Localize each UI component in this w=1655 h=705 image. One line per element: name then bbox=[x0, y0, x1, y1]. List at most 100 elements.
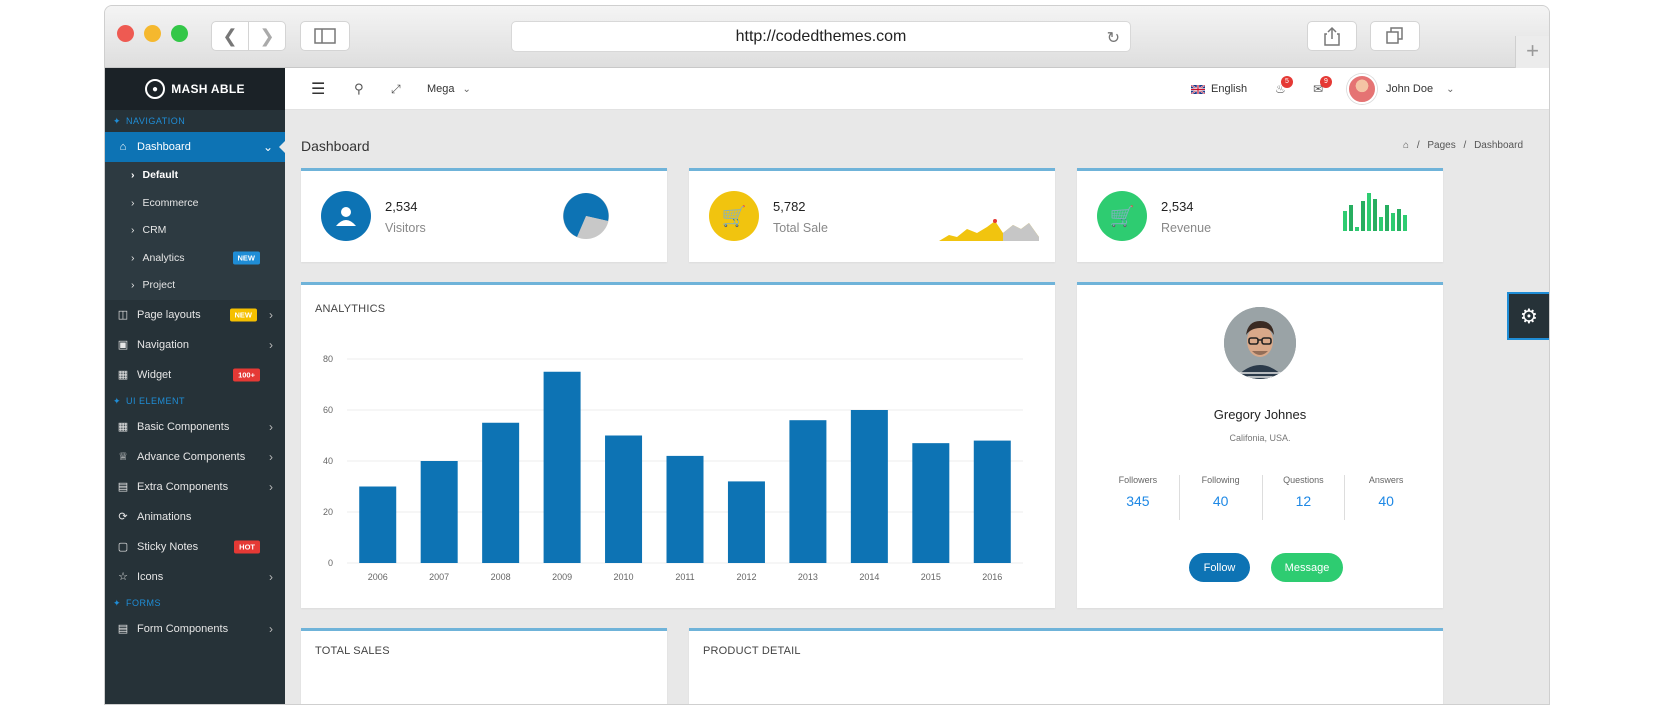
message-button[interactable]: Message bbox=[1271, 553, 1343, 582]
stat-label: Total Sale bbox=[773, 221, 828, 235]
language-selector[interactable]: English bbox=[1191, 68, 1247, 110]
stat-label: Revenue bbox=[1161, 221, 1212, 235]
sidebar-item-navigation[interactable]: ▣ Navigation › bbox=[105, 330, 285, 360]
bar[interactable] bbox=[912, 443, 950, 563]
count-badge: 100+ bbox=[233, 368, 260, 381]
minimize-window-button[interactable] bbox=[144, 25, 161, 42]
forward-button[interactable]: ❯ bbox=[248, 21, 286, 51]
stat-answers: Answers 40 bbox=[1368, 475, 1404, 509]
chevron-right-icon: › bbox=[131, 224, 135, 236]
breadcrumb: ⌂ / Pages / Dashboard bbox=[1402, 140, 1523, 151]
sidebar-subitem-default[interactable]: › Default bbox=[105, 162, 285, 190]
notification-count-badge: 5 bbox=[1281, 76, 1293, 88]
sidebar-item-form-components[interactable]: ▤ Form Components › bbox=[105, 614, 285, 644]
bar[interactable] bbox=[420, 461, 458, 563]
back-button[interactable]: ❮ bbox=[211, 21, 249, 51]
chevron-down-icon: ⌄ bbox=[1446, 83, 1455, 95]
x-tick-label: 2006 bbox=[368, 572, 388, 582]
tabs-icon bbox=[1386, 27, 1403, 44]
bar[interactable] bbox=[789, 420, 827, 563]
pin-icon: ✦ bbox=[113, 597, 122, 608]
total-sales-card: TOTAL SALES bbox=[301, 628, 667, 704]
stat-value: 5,782 bbox=[773, 199, 806, 214]
chevron-right-icon: › bbox=[131, 279, 135, 291]
bar[interactable] bbox=[359, 486, 397, 564]
bar[interactable] bbox=[543, 371, 581, 563]
x-tick-label: 2008 bbox=[491, 572, 511, 582]
y-tick-label: 80 bbox=[323, 354, 333, 364]
brand-logo[interactable]: ● MASH ABLE bbox=[105, 68, 285, 110]
layout-icon: ◫ bbox=[117, 308, 129, 321]
x-tick-label: 2013 bbox=[798, 572, 818, 582]
sidebar-subitem-project[interactable]: › Project bbox=[105, 272, 285, 300]
stat-questions: Questions 12 bbox=[1263, 475, 1346, 520]
cart-icon: 🛒 bbox=[1097, 191, 1147, 241]
sidebar-item-basic-components[interactable]: ▦ Basic Components › bbox=[105, 412, 285, 442]
bar[interactable] bbox=[666, 455, 704, 563]
tabs-button[interactable] bbox=[1370, 21, 1420, 51]
sidebar-item-icons[interactable]: ☆ Icons › bbox=[105, 562, 285, 592]
note-icon: ▢ bbox=[117, 540, 129, 553]
sidebar-item-widget[interactable]: ▦ Widget 100+ bbox=[105, 360, 285, 390]
sidebar-item-extra-components[interactable]: ▤ Extra Components › bbox=[105, 472, 285, 502]
product-detail-card: PRODUCT DETAIL bbox=[689, 628, 1443, 704]
message-count-badge: 9 bbox=[1320, 76, 1332, 88]
stat-value: 2,534 bbox=[1161, 199, 1194, 214]
navigation-icon: ▣ bbox=[117, 338, 129, 351]
breadcrumb-current: Dashboard bbox=[1474, 140, 1523, 151]
cart-icon: 🛒 bbox=[709, 191, 759, 241]
new-tab-button[interactable]: + bbox=[1515, 36, 1549, 68]
sidebar-item-sticky-notes[interactable]: ▢ Sticky Notes HOT bbox=[105, 532, 285, 562]
mega-menu-button[interactable]: Mega ⌄ bbox=[427, 68, 471, 110]
user-menu[interactable]: John Doe ⌄ bbox=[1347, 68, 1454, 110]
follow-button[interactable]: Follow bbox=[1189, 553, 1250, 582]
bar[interactable] bbox=[850, 410, 888, 563]
close-window-button[interactable] bbox=[117, 25, 134, 42]
fullscreen-button[interactable]: ⤢ bbox=[391, 68, 401, 110]
bar[interactable] bbox=[727, 481, 765, 563]
notifications-button[interactable]: ♨ 5 bbox=[1275, 68, 1293, 110]
search-button[interactable]: ⚲ bbox=[354, 68, 364, 110]
messages-button[interactable]: ✉ 9 bbox=[1313, 68, 1332, 110]
grid-icon: ▦ bbox=[117, 420, 129, 433]
sidebar-toggle-button[interactable] bbox=[300, 21, 350, 51]
user-name: John Doe bbox=[1386, 83, 1434, 95]
settings-button[interactable]: ⚙ bbox=[1507, 292, 1549, 340]
share-button[interactable] bbox=[1307, 21, 1357, 51]
main-content: Dashboard ⌂ / Pages / Dashboard 2,534 Vi… bbox=[285, 110, 1549, 704]
chevron-right-icon: › bbox=[131, 196, 135, 209]
pin-icon: ✦ bbox=[113, 116, 122, 126]
sidebar-item-advance-components[interactable]: ♕ Advance Components › bbox=[105, 442, 285, 472]
sidebar-subitem-crm[interactable]: › CRM bbox=[105, 217, 285, 245]
bar[interactable] bbox=[973, 440, 1011, 563]
gear-icon: ⚙ bbox=[1520, 305, 1538, 328]
gift-icon: ▤ bbox=[117, 480, 129, 493]
user-avatar bbox=[1347, 74, 1377, 104]
chevron-left-icon: ❮ bbox=[222, 25, 238, 46]
sidebar-subitem-analytics[interactable]: › Analytics NEW bbox=[105, 244, 285, 272]
home-icon[interactable]: ⌂ bbox=[1403, 140, 1409, 151]
address-bar[interactable]: http://codedthemes.com ↻ bbox=[511, 21, 1131, 52]
breadcrumb-pages[interactable]: Pages bbox=[1427, 140, 1455, 151]
chevron-right-icon: › bbox=[131, 169, 135, 181]
sidebar-item-animations[interactable]: ⟳ Animations bbox=[105, 502, 285, 532]
chevron-down-icon: ⌄ bbox=[262, 140, 273, 154]
card-title: ANALYTHICS bbox=[315, 303, 386, 315]
sidebar-subitem-ecommerce[interactable]: › Ecommerce bbox=[105, 189, 285, 217]
bar[interactable] bbox=[482, 422, 520, 563]
y-tick-label: 0 bbox=[328, 558, 333, 568]
profile-stats: Followers 345 Following 40 Questions 12 Ans… bbox=[1097, 475, 1427, 520]
fullscreen-icon: ⤢ bbox=[391, 81, 401, 96]
page-title: Dashboard bbox=[301, 138, 370, 154]
profile-name: Gregory Johnes bbox=[1213, 407, 1307, 422]
sidebar-item-page-layouts[interactable]: ◫ Page layouts NEW › bbox=[105, 300, 285, 330]
profile-card: Gregory Johnes Califonia, USA. Followers… bbox=[1077, 282, 1443, 608]
menu-toggle-button[interactable]: ☰ bbox=[311, 68, 325, 110]
chevron-right-icon: › bbox=[269, 337, 273, 352]
reload-icon[interactable]: ↻ bbox=[1107, 28, 1120, 48]
maximize-window-button[interactable] bbox=[171, 25, 188, 42]
brand-name: MASH ABLE bbox=[171, 82, 245, 96]
bar[interactable] bbox=[605, 435, 643, 564]
sidebar-item-dashboard[interactable]: ⌂ Dashboard ⌄ bbox=[105, 132, 285, 162]
card-title: TOTAL SALES bbox=[315, 645, 390, 657]
